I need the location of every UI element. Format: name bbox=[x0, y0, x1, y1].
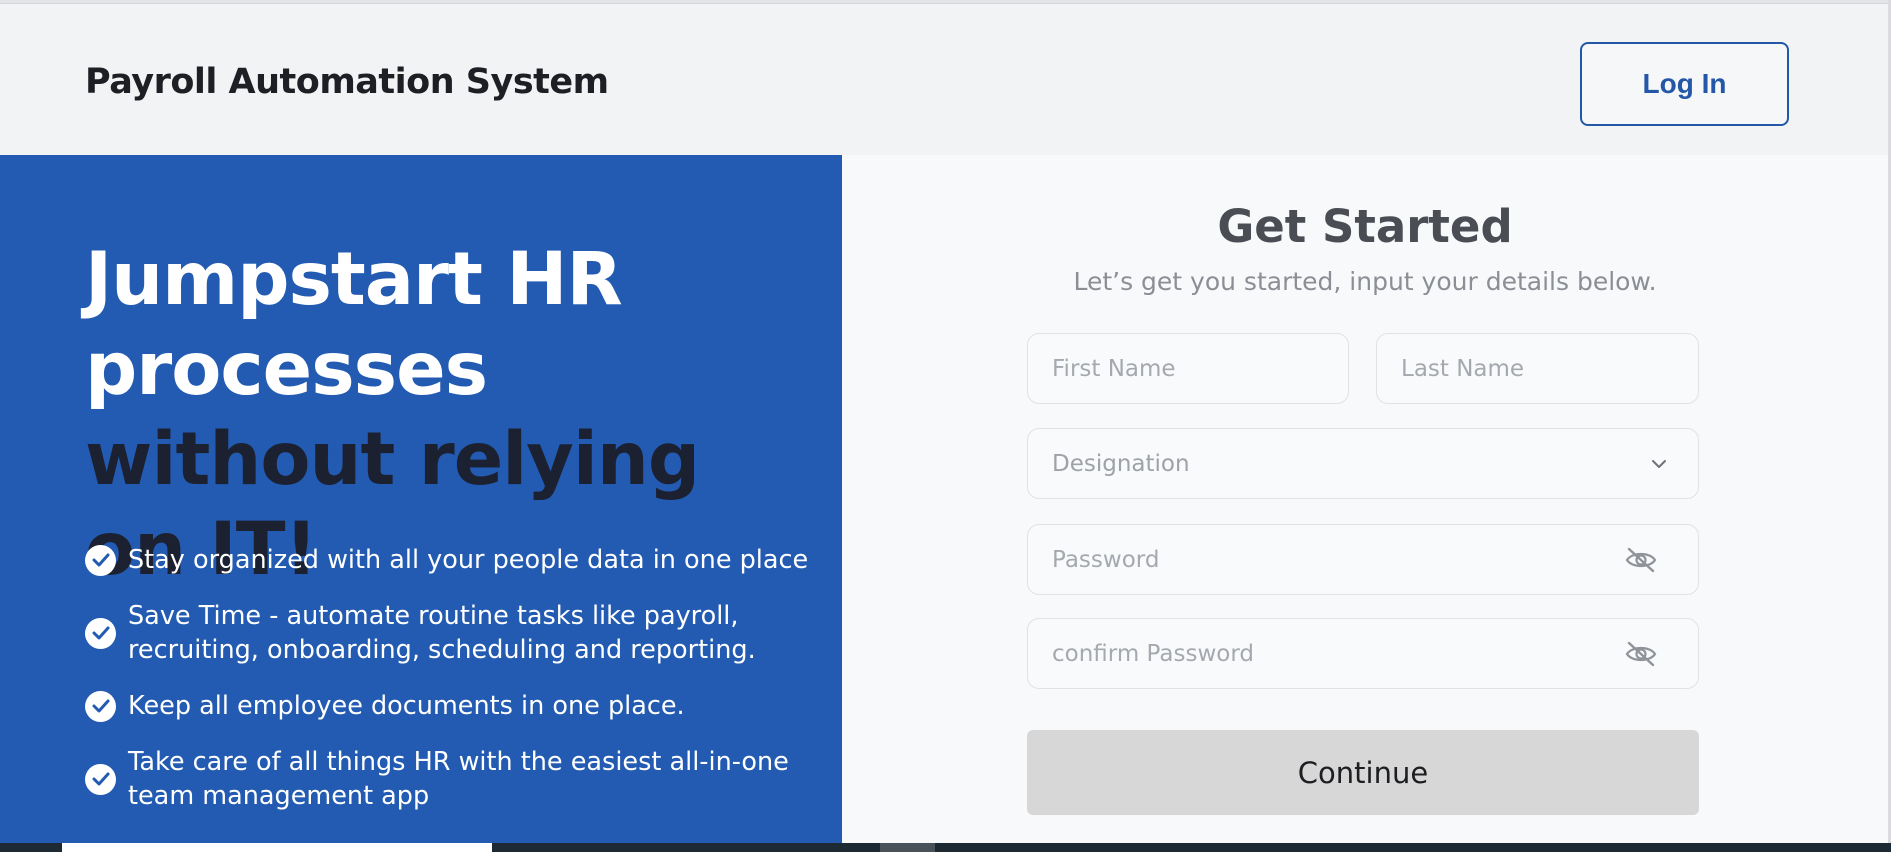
form-title: Get Started bbox=[1217, 200, 1513, 253]
continue-button[interactable]: Continue bbox=[1027, 730, 1699, 815]
first-name-field bbox=[1027, 333, 1349, 404]
app-title: Payroll Automation System bbox=[85, 62, 609, 102]
feature-item: Keep all employee documents in one place… bbox=[85, 689, 825, 723]
taskbar-window-thumbnail[interactable] bbox=[62, 843, 492, 852]
eye-off-icon[interactable] bbox=[1624, 641, 1658, 667]
eye-off-icon[interactable] bbox=[1624, 547, 1658, 573]
password-field bbox=[1027, 524, 1699, 595]
designation-value: Designation bbox=[1052, 450, 1190, 477]
taskbar-item[interactable] bbox=[880, 843, 935, 852]
confirm-password-field bbox=[1027, 618, 1699, 689]
os-taskbar bbox=[0, 843, 1891, 852]
first-name-input[interactable] bbox=[1052, 334, 1324, 403]
last-name-field bbox=[1376, 333, 1699, 404]
designation-select[interactable]: Designation bbox=[1027, 428, 1699, 499]
feature-text: Stay organized with all your people data… bbox=[128, 545, 809, 575]
feature-item: Stay organized with all your people data… bbox=[85, 543, 825, 577]
top-header: Payroll Automation System Log In bbox=[0, 4, 1891, 155]
hero-panel: Jumpstart HR processes without relying o… bbox=[0, 155, 842, 843]
check-circle-icon bbox=[85, 544, 116, 576]
feature-item: Take care of all things HR with the easi… bbox=[85, 745, 825, 813]
feature-list: Stay organized with all your people data… bbox=[85, 543, 825, 835]
feature-item: Save Time - automate routine tasks like … bbox=[85, 599, 825, 667]
confirm-password-input[interactable] bbox=[1052, 619, 1674, 688]
hero-heading: Jumpstart HR processes without relying o… bbox=[85, 235, 805, 595]
last-name-input[interactable] bbox=[1401, 334, 1674, 403]
check-circle-icon bbox=[85, 763, 116, 795]
hero-heading-white: Jumpstart HR processes bbox=[85, 237, 623, 412]
check-circle-icon bbox=[85, 617, 116, 649]
signup-panel: Get Started Let’s get you started, input… bbox=[842, 155, 1888, 843]
form-subtitle: Let’s get you started, input your detail… bbox=[1073, 267, 1657, 296]
login-button[interactable]: Log In bbox=[1580, 42, 1789, 126]
feature-text: Save Time - automate routine tasks like … bbox=[128, 601, 756, 665]
check-circle-icon bbox=[85, 690, 116, 722]
chevron-down-icon bbox=[1652, 459, 1666, 468]
feature-text: Take care of all things HR with the easi… bbox=[128, 747, 789, 811]
password-input[interactable] bbox=[1052, 525, 1674, 594]
feature-text: Keep all employee documents in one place… bbox=[128, 691, 685, 721]
